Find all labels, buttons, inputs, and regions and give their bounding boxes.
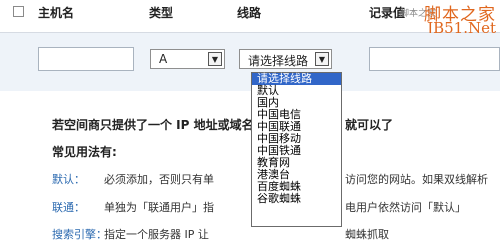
table-header: 主机名 类型 线路 记录值 脚本之家 脚本之家 JB51.Net: [0, 0, 500, 37]
select-all-checkbox[interactable]: [13, 6, 24, 17]
line-option[interactable]: 谷歌蜘蛛: [252, 193, 341, 205]
usage-label-default: 默认：: [52, 173, 85, 186]
chevron-down-icon[interactable]: ▼: [315, 52, 329, 66]
col-type: 类型: [149, 6, 174, 20]
usage-text-unicom: 单独为「联通用户」指: [104, 201, 214, 214]
type-select-value: A: [159, 52, 168, 66]
col-line: 线路: [237, 6, 262, 20]
usage-text-default: 必须添加，否则只有单: [104, 173, 214, 186]
usage-tail-default: 访问您的网站。如果双线解析: [345, 173, 488, 186]
usage-label-unicom: 联通：: [52, 201, 85, 214]
usage-tail-unicom: 电用户依然访问「默认」: [345, 201, 466, 214]
line-select-value: 请选择线路: [248, 54, 309, 68]
record-value-input[interactable]: [369, 47, 500, 71]
chevron-down-icon[interactable]: ▼: [208, 52, 222, 66]
type-select[interactable]: A ▼: [150, 49, 225, 69]
tip-text-tail: 就可以了: [345, 118, 394, 132]
common-usage-heading: 常见用法有:: [52, 145, 117, 159]
line-select[interactable]: 请选择线路 ▼: [239, 49, 332, 69]
tip-text: 若空间商只提供了一个 IP 地址或域名: [52, 118, 254, 132]
col-hostname: 主机名: [38, 6, 75, 20]
line-dropdown-list[interactable]: 请选择线路 默认 国内 中国电信 中国联通 中国移动 中国铁通 教育网 港澳台 …: [251, 72, 342, 227]
hostname-input[interactable]: [38, 47, 134, 71]
